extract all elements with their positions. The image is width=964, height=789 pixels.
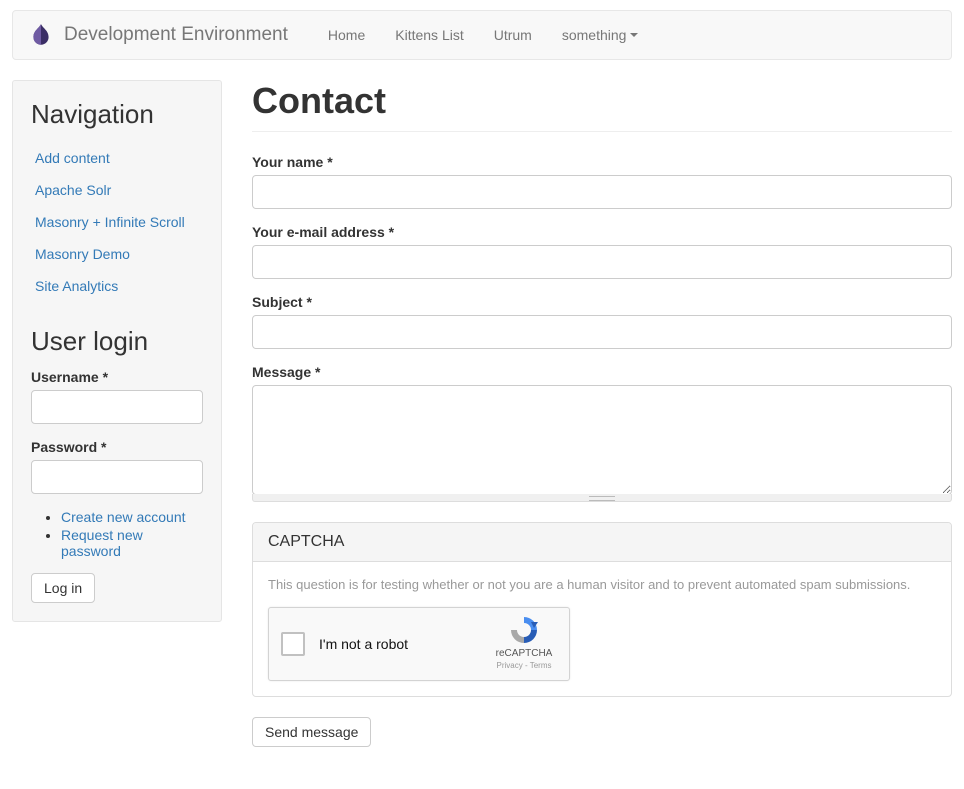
- recaptcha-checkbox[interactable]: [281, 632, 305, 656]
- recaptcha-widget: I'm not a robot reCAPTCHA Privacy - Term…: [268, 607, 570, 681]
- nav-kittens-list[interactable]: Kittens List: [380, 12, 478, 58]
- name-label: Your name *: [252, 154, 952, 170]
- sidebar: Navigation Add content Apache Solr Mason…: [12, 80, 222, 622]
- sidebar-item-add-content[interactable]: Add content: [35, 150, 110, 166]
- sidebar-nav-title: Navigation: [31, 99, 203, 130]
- textarea-resize-handle[interactable]: [252, 494, 952, 502]
- main-nav: Home Kittens List Utrum something: [313, 12, 654, 58]
- email-input[interactable]: [252, 245, 952, 279]
- page-title: Contact: [252, 80, 952, 132]
- login-links: Create new account Request new password: [31, 509, 203, 559]
- login-button[interactable]: Log in: [31, 573, 95, 603]
- nav-something-dropdown[interactable]: something: [547, 12, 654, 58]
- nav-home[interactable]: Home: [313, 12, 380, 58]
- password-input[interactable]: [31, 460, 203, 494]
- brand[interactable]: Development Environment: [28, 22, 288, 48]
- subject-label: Subject *: [252, 294, 952, 310]
- send-message-button[interactable]: Send message: [252, 717, 371, 747]
- captcha-panel: CAPTCHA This question is for testing whe…: [252, 522, 952, 697]
- recaptcha-legal[interactable]: Privacy - Terms: [489, 661, 559, 670]
- sidebar-item-masonry-demo[interactable]: Masonry Demo: [35, 246, 130, 262]
- request-password-link[interactable]: Request new password: [61, 527, 143, 559]
- top-navbar: Development Environment Home Kittens Lis…: [12, 10, 952, 60]
- email-label: Your e-mail address *: [252, 224, 952, 240]
- create-account-link[interactable]: Create new account: [61, 509, 186, 525]
- subject-input[interactable]: [252, 315, 952, 349]
- chevron-down-icon: [630, 33, 638, 37]
- recaptcha-label: I'm not a robot: [319, 636, 408, 652]
- message-label: Message *: [252, 364, 952, 380]
- password-label: Password *: [31, 439, 203, 455]
- recaptcha-badge: reCAPTCHA Privacy - Terms: [489, 614, 559, 670]
- sidebar-item-masonry-infinite-scroll[interactable]: Masonry + Infinite Scroll: [35, 214, 185, 230]
- sidebar-nav-list: Add content Apache Solr Masonry + Infini…: [31, 142, 203, 302]
- message-textarea[interactable]: [252, 385, 952, 495]
- captcha-description: This question is for testing whether or …: [268, 577, 936, 592]
- brand-label: Development Environment: [64, 24, 288, 46]
- main-content: Contact Your name * Your e-mail address …: [252, 80, 952, 747]
- captcha-title: CAPTCHA: [253, 523, 951, 562]
- drupal-logo-icon: [28, 22, 54, 48]
- sidebar-item-apache-solr[interactable]: Apache Solr: [35, 182, 111, 198]
- name-input[interactable]: [252, 175, 952, 209]
- user-login-title: User login: [31, 326, 203, 357]
- recaptcha-brand: reCAPTCHA: [489, 648, 559, 659]
- username-input[interactable]: [31, 390, 203, 424]
- sidebar-item-site-analytics[interactable]: Site Analytics: [35, 278, 118, 294]
- username-label: Username *: [31, 369, 203, 385]
- recaptcha-icon: [489, 614, 559, 646]
- nav-utrum[interactable]: Utrum: [479, 12, 547, 58]
